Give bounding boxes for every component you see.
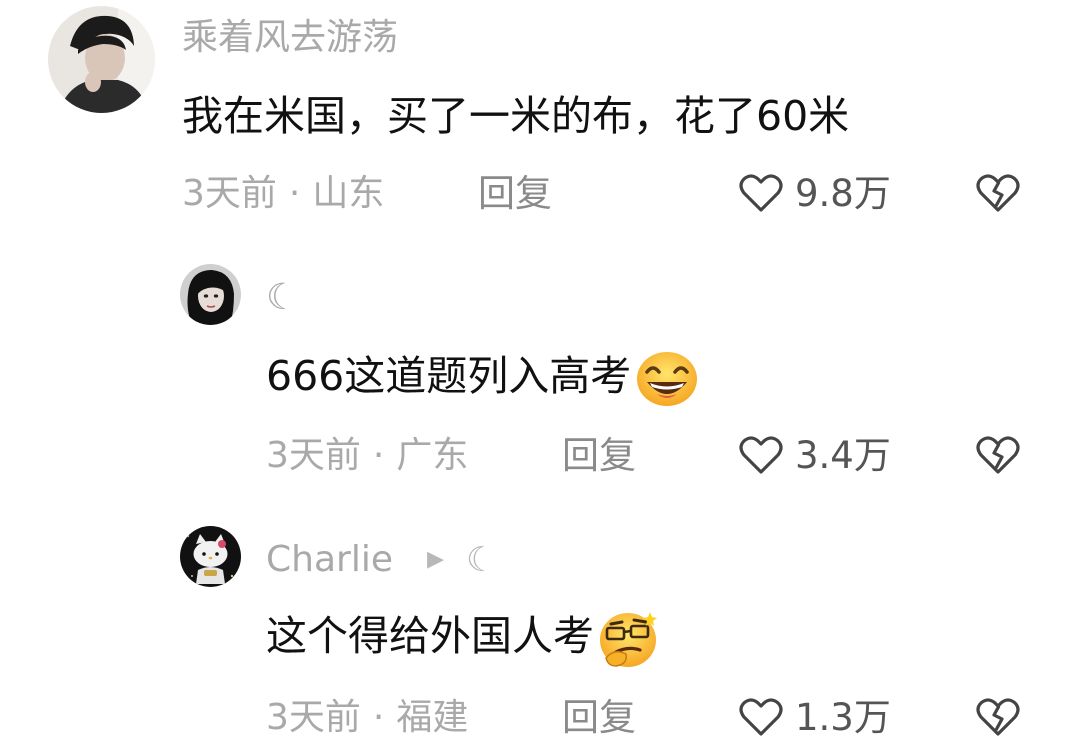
- comment-location: 福建: [396, 697, 469, 738]
- comment-time: 3天前: [266, 435, 361, 476]
- broken-heart-icon[interactable]: [975, 694, 1021, 740]
- comment-text: 666这道题列入高考: [266, 350, 699, 408]
- comment-text: 我在米国，买了一米的布，花了60米: [182, 92, 850, 140]
- thinking-glasses-face-emoji: [600, 612, 657, 667]
- reply-button[interactable]: 回复: [562, 434, 636, 478]
- comment-location: 山东: [312, 173, 385, 214]
- like-count: 3.4万: [795, 434, 891, 477]
- comment-time: 3天前: [266, 697, 361, 738]
- broken-heart-icon[interactable]: [975, 432, 1021, 478]
- comment-text: 这个得给外国人考: [266, 608, 662, 670]
- user-avatar[interactable]: [180, 264, 241, 325]
- username[interactable]: Charlie: [266, 538, 393, 582]
- play-badge-icon: ▸: [427, 538, 445, 578]
- heart-icon[interactable]: [738, 170, 784, 216]
- broken-heart-icon[interactable]: [975, 170, 1021, 216]
- like-count: 9.8万: [795, 172, 891, 215]
- comment-meta: 3天前 · 山东: [182, 173, 385, 214]
- user-avatar[interactable]: [48, 6, 155, 113]
- username[interactable]: 乘着风去游荡: [182, 16, 398, 60]
- reply-button[interactable]: 回复: [478, 172, 552, 216]
- comment-location: 广东: [396, 435, 469, 476]
- comment-meta: 3天前 · 广东: [266, 435, 469, 476]
- moon-badge-icon: ☾: [466, 540, 497, 580]
- comment-meta: 3天前 · 福建: [266, 697, 469, 738]
- reply-button[interactable]: 回复: [562, 696, 636, 740]
- comment-text-content: 这个得给外国人考: [266, 612, 594, 660]
- comment-time: 3天前: [182, 173, 277, 214]
- heart-icon[interactable]: [738, 694, 784, 740]
- like-count: 1.3万: [795, 696, 891, 739]
- heart-icon[interactable]: [738, 432, 784, 478]
- hello-kitty-avatar[interactable]: [180, 526, 241, 587]
- grinning-face-emoji: [637, 352, 698, 406]
- username[interactable]: ☾: [266, 276, 298, 320]
- comment-text-content: 666这道题列入高考: [266, 352, 632, 400]
